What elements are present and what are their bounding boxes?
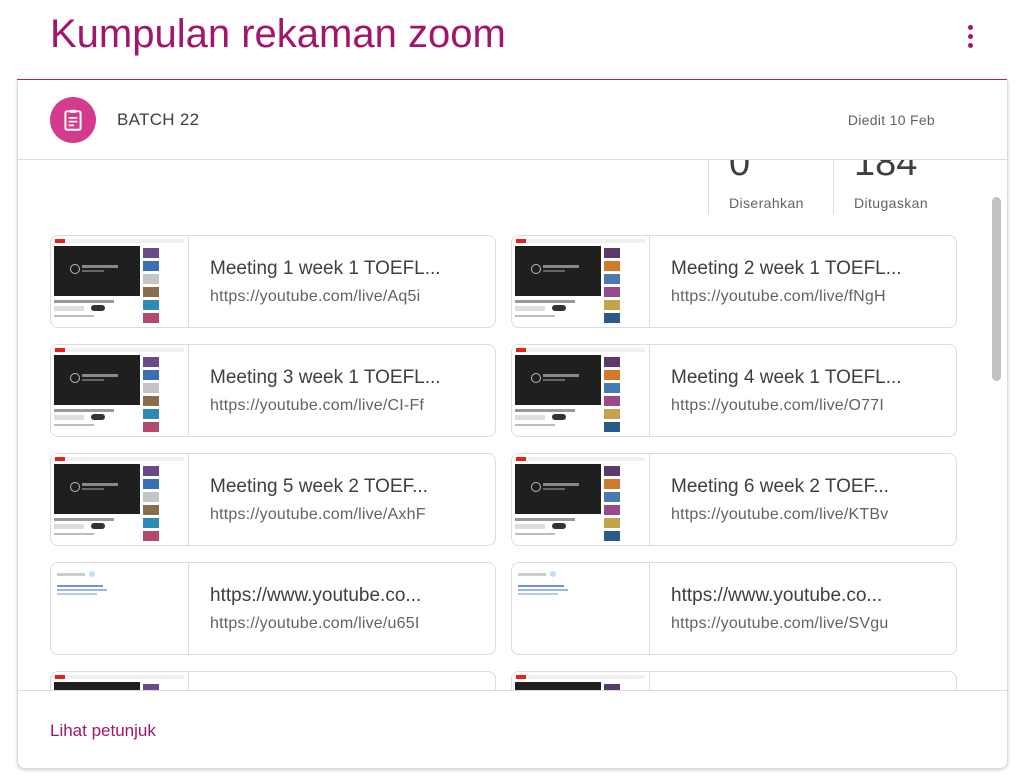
attachment-title: Meeting 4 week 1 TOEFL... [671, 367, 902, 388]
attachment-card[interactable]: Meeting 4 week 1 TOEFL... https://youtube… [511, 344, 957, 437]
attachment-card[interactable] [50, 671, 496, 690]
assignment-icon [50, 97, 96, 143]
card-content[interactable]: 0 Diserahkan 184 Ditugaskan Meeting 1 we… [18, 160, 1007, 690]
video-thumbnail [512, 236, 650, 327]
attachment-card[interactable]: Meeting 6 week 2 TOEF... https://youtube.… [511, 453, 957, 546]
view-instructions-link[interactable]: Lihat petunjuk [50, 721, 156, 741]
stat-value: 184 [854, 160, 918, 184]
attachment-card[interactable]: Meeting 2 week 1 TOEFL... https://youtube… [511, 235, 957, 328]
attachment-title: https://www.youtube.co... [671, 585, 883, 606]
video-thumbnail [512, 454, 650, 545]
stat-label: Diserahkan [729, 195, 804, 211]
attachment-title: Meeting 6 week 2 TOEF... [671, 476, 889, 497]
page-header: Kumpulan rekaman zoom [0, 0, 1024, 80]
stat-submitted[interactable]: 0 Diserahkan [708, 160, 833, 214]
video-thumbnail [512, 345, 650, 436]
stat-label: Ditugaskan [854, 195, 929, 211]
page-title: Kumpulan rekaman zoom [50, 12, 506, 56]
scrollbar-thumb[interactable] [992, 197, 1001, 381]
attachment-card[interactable]: Meeting 1 week 1 TOEFL... https://youtube… [50, 235, 496, 328]
attachment-card[interactable]: Meeting 3 week 1 TOEFL... https://youtube… [50, 344, 496, 437]
attachment-title: Meeting 1 week 1 TOEFL... [210, 258, 441, 279]
stat-assigned[interactable]: 184 Ditugaskan [833, 160, 958, 214]
webpage-thumbnail [512, 563, 650, 654]
video-thumbnail [51, 236, 189, 327]
attachment-url: https://youtube.com/live/CI-Ff [210, 397, 425, 414]
attachment-title: Meeting 5 week 2 TOEF... [210, 476, 428, 497]
attachment-title: Meeting 2 week 1 TOEFL... [671, 258, 902, 279]
material-card: BATCH 22 Diedit 10 Feb 0 Diserahkan 184 … [17, 80, 1008, 769]
more-vertical-icon-dot [967, 42, 973, 48]
edited-date: Diedit 10 Feb [847, 112, 935, 128]
webpage-thumbnail [51, 563, 189, 654]
topic-label: BATCH 22 [117, 110, 200, 129]
more-vertical-icon [967, 24, 973, 30]
attachment-title: https://www.youtube.co... [210, 585, 422, 606]
attachment-url: https://youtube.com/live/u65I [210, 615, 420, 632]
card-header: BATCH 22 Diedit 10 Feb [18, 80, 1007, 160]
attachment-url: https://youtube.com/live/KTBv [671, 506, 889, 523]
video-thumbnail [51, 345, 189, 436]
attachment-url: https://youtube.com/live/Aq5i [210, 288, 421, 305]
attachment-url: https://youtube.com/live/fNgH [671, 288, 886, 305]
stat-value: 0 [729, 160, 751, 184]
card-footer: Lihat petunjuk [18, 690, 1007, 768]
scrollbar[interactable] [988, 160, 1002, 690]
video-thumbnail [512, 672, 650, 690]
attachment-card[interactable]: Meeting 5 week 2 TOEF... https://youtube.… [50, 453, 496, 546]
attachment-url: https://youtube.com/live/SVgu [671, 615, 889, 632]
video-thumbnail [51, 454, 189, 545]
more-vertical-icon-dot [967, 33, 973, 39]
stats-summary: 0 Diserahkan 184 Ditugaskan [708, 160, 958, 214]
attachment-card[interactable]: https://www.youtube.co... https://youtube… [50, 562, 496, 655]
attachment-url: https://youtube.com/live/AxhF [210, 506, 426, 523]
attachment-card[interactable]: https://www.youtube.co... https://youtube… [511, 562, 957, 655]
more-options-button[interactable] [956, 18, 984, 54]
attachment-title: Meeting 3 week 1 TOEFL... [210, 367, 441, 388]
classroom-material-page: Kumpulan rekaman zoom BATCH 22 Diedit 10… [0, 0, 1024, 781]
attachment-url: https://youtube.com/live/O77I [671, 397, 885, 414]
video-thumbnail [51, 672, 189, 690]
attachment-card[interactable] [511, 671, 957, 690]
